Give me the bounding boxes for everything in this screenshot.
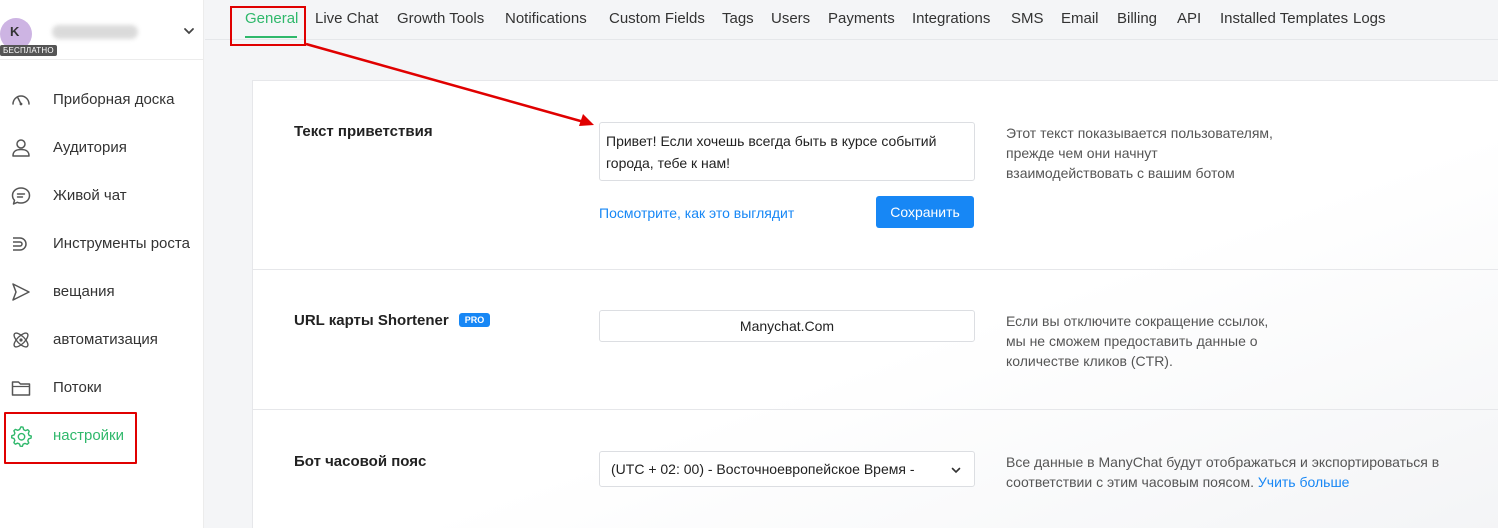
sidebar-item-label: Инструменты роста bbox=[53, 235, 190, 252]
sidebar-item-audience[interactable]: Аудитория bbox=[0, 124, 204, 172]
preview-link[interactable]: Посмотрите, как это выглядит bbox=[599, 205, 794, 221]
shortener-label-text: URL карты Shortener bbox=[294, 312, 449, 329]
sidebar-item-label: вещания bbox=[53, 283, 115, 300]
learn-more-link[interactable]: Учить больше bbox=[1258, 474, 1350, 490]
timezone-description-text: Все данные в ManyChat будут отображаться… bbox=[1006, 454, 1440, 490]
chevron-down-icon bbox=[951, 467, 961, 474]
sidebar-item-flows[interactable]: Потоки bbox=[0, 364, 204, 412]
greeting-text-input[interactable]: Привет! Если хочешь всегда быть в курсе … bbox=[599, 122, 975, 181]
sidebar-item-growth-tools[interactable]: Инструменты роста bbox=[0, 220, 204, 268]
tab-notifications[interactable]: Notifications bbox=[505, 10, 587, 27]
timezone-description: Все данные в ManyChat будут отображаться… bbox=[1006, 452, 1486, 492]
tab-tags[interactable]: Tags bbox=[722, 10, 754, 27]
gear-icon bbox=[11, 426, 32, 447]
row-divider bbox=[253, 269, 1498, 270]
account-switcher[interactable]: K БЕСПЛАТНО bbox=[0, 10, 204, 60]
plan-badge: БЕСПЛАТНО bbox=[0, 45, 57, 56]
active-tab-underline bbox=[245, 36, 297, 38]
tab-logs[interactable]: Logs bbox=[1353, 10, 1386, 27]
tab-sms[interactable]: SMS bbox=[1011, 10, 1044, 27]
shortener-label: URL карты Shortener PRO bbox=[294, 312, 491, 329]
send-arrow-icon bbox=[12, 283, 30, 301]
greeting-description: Этот текст показывается пользователям, п… bbox=[1006, 125, 1273, 181]
tab-users[interactable]: Users bbox=[771, 10, 810, 27]
sidebar-item-label: Приборная доска bbox=[53, 91, 175, 108]
sidebar-nav: Приборная доска Аудитория Живой чат Инст… bbox=[0, 76, 204, 460]
greeting-label: Текст приветствия bbox=[294, 123, 433, 140]
timezone-value: (UTC + 02: 00) - Восточноевропейское Вре… bbox=[611, 461, 915, 477]
sidebar-item-label: автоматизация bbox=[53, 331, 158, 348]
sidebar-item-settings[interactable]: настройки bbox=[0, 412, 204, 460]
shortener-description: Если вы отключите сокращение ссылок, мы … bbox=[1006, 313, 1269, 369]
sidebar-item-broadcasts[interactable]: вещания bbox=[0, 268, 204, 316]
magnet-icon bbox=[13, 237, 27, 251]
tab-integrations[interactable]: Integrations bbox=[912, 10, 990, 27]
settings-panel: Текст приветствия Привет! Если хочешь вс… bbox=[252, 80, 1498, 528]
tab-custom-fields[interactable]: Custom Fields bbox=[609, 10, 705, 27]
tab-live-chat[interactable]: Live Chat bbox=[315, 10, 378, 27]
folder-icon bbox=[11, 381, 31, 396]
account-name-blurred bbox=[52, 25, 138, 39]
sidebar-item-live-chat[interactable]: Живой чат bbox=[0, 172, 204, 220]
tab-growth-tools[interactable]: Growth Tools bbox=[397, 10, 484, 27]
user-icon bbox=[12, 139, 30, 157]
tab-payments[interactable]: Payments bbox=[828, 10, 895, 27]
row-divider bbox=[253, 409, 1498, 410]
greeting-text-line: Привет! Если хочешь всегда быть в курсе … bbox=[606, 133, 937, 149]
sidebar-item-label: настройки bbox=[53, 427, 125, 444]
sidebar-item-label: Потоки bbox=[53, 379, 102, 396]
tab-installed-templates[interactable]: Installed Templates bbox=[1220, 10, 1348, 27]
timezone-label: Бот часовой пояс bbox=[294, 453, 427, 470]
tab-billing[interactable]: Billing bbox=[1117, 10, 1157, 27]
avatar-letter: K bbox=[10, 24, 20, 39]
chat-bubble-icon bbox=[11, 187, 31, 205]
sidebar-item-label: Живой чат bbox=[53, 187, 127, 204]
sidebar-item-dashboard[interactable]: Приборная доска bbox=[0, 76, 204, 124]
atom-icon bbox=[13, 332, 29, 348]
pro-badge: PRO bbox=[458, 313, 491, 327]
timezone-select[interactable]: (UTC + 02: 00) - Восточноевропейское Вре… bbox=[599, 451, 975, 487]
avatar[interactable]: K БЕСПЛАТНО bbox=[0, 18, 57, 56]
sidebar-item-label: Аудитория bbox=[53, 139, 127, 156]
tab-general[interactable]: General bbox=[245, 10, 298, 27]
sidebar-item-automation[interactable]: автоматизация bbox=[0, 316, 204, 364]
settings-tabs: General Live Chat Growth Tools Notificat… bbox=[205, 0, 1498, 46]
tab-email[interactable]: Email bbox=[1061, 10, 1099, 27]
save-button[interactable]: Сохранить bbox=[876, 196, 974, 228]
greeting-text-line: города, тебе к нам! bbox=[606, 155, 731, 171]
chevron-down-icon[interactable] bbox=[182, 24, 196, 38]
sidebar: K БЕСПЛАТНО Приборная доска Аудитория Жи… bbox=[0, 0, 204, 528]
tab-api[interactable]: API bbox=[1177, 10, 1201, 27]
dashboard-gauge-icon bbox=[12, 95, 30, 106]
shortener-domain-input[interactable]: Manychat.Com bbox=[599, 310, 975, 342]
